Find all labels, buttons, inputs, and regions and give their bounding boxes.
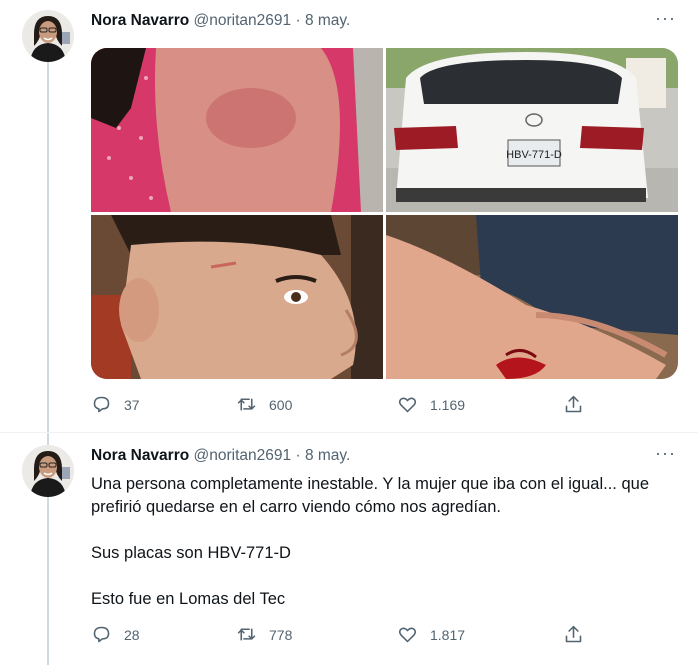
share-button[interactable]	[563, 624, 596, 645]
photo-face-scratch[interactable]	[91, 215, 383, 379]
share-icon	[565, 395, 582, 413]
reply-icon	[93, 626, 110, 643]
tweet-text-line: Esto fue en Lomas del Tec	[91, 590, 286, 608]
photo-hand-wound[interactable]	[386, 215, 678, 379]
photo-arm-bruise[interactable]	[91, 48, 383, 212]
car-plate-text: HBV-771-D	[506, 149, 562, 161]
tweet-text-line: prefirió quedarse en el carro viendo cóm…	[91, 498, 501, 516]
reply-icon	[93, 396, 110, 413]
retweet-button[interactable]: 600	[236, 394, 292, 415]
tweet-header: Nora Navarro @noritan2691 · 8 may.	[91, 12, 350, 30]
tweet-actions: 28 778 1.817	[91, 624, 591, 648]
tweet-actions: 37 600 1.169	[91, 394, 591, 418]
tweet[interactable]: Nora Navarro @noritan2691 · 8 may. ··· H…	[0, 0, 698, 432]
like-button[interactable]: 1.817	[397, 624, 465, 645]
photo-car-plate[interactable]: HBV-771-D	[386, 48, 678, 212]
tweet-text: Una persona completamente inestable. Y l…	[91, 473, 681, 611]
media-grid: HBV-771-D	[91, 48, 678, 379]
tweet-text-line: Una persona completamente inestable. Y l…	[91, 475, 649, 493]
avatar[interactable]	[22, 10, 74, 62]
share-button[interactable]	[563, 394, 596, 415]
retweet-count: 600	[269, 396, 293, 413]
like-button[interactable]: 1.169	[397, 394, 465, 415]
share-icon	[565, 625, 582, 643]
like-count: 1.817	[430, 626, 466, 643]
retweet-count: 778	[269, 626, 293, 643]
like-icon	[398, 397, 417, 413]
tweet-date[interactable]: 8 may.	[305, 447, 350, 464]
more-icon[interactable]: ···	[655, 443, 676, 464]
retweet-button[interactable]: 778	[236, 624, 292, 645]
reply-count: 37	[124, 396, 140, 413]
avatar[interactable]	[22, 445, 74, 497]
tweet-date[interactable]: 8 may.	[305, 12, 350, 29]
author-name[interactable]: Nora Navarro	[91, 12, 189, 29]
separator: ·	[295, 447, 301, 464]
reply-count: 28	[124, 626, 140, 643]
retweet-icon	[237, 398, 256, 411]
more-icon[interactable]: ···	[655, 8, 676, 29]
like-count: 1.169	[430, 396, 466, 413]
tweet-header: Nora Navarro @noritan2691 · 8 may.	[91, 447, 350, 465]
like-icon	[398, 627, 417, 643]
tweet-text-line: Sus placas son HBV-771-D	[91, 544, 291, 562]
retweet-icon	[237, 628, 256, 641]
tweet[interactable]: Nora Navarro @noritan2691 · 8 may. ··· U…	[0, 432, 698, 666]
author-name[interactable]: Nora Navarro	[91, 447, 189, 464]
author-handle[interactable]: @noritan2691	[194, 447, 292, 464]
reply-button[interactable]: 37	[91, 394, 140, 415]
author-handle[interactable]: @noritan2691	[194, 12, 292, 29]
reply-button[interactable]: 28	[91, 624, 140, 645]
separator: ·	[295, 12, 301, 29]
